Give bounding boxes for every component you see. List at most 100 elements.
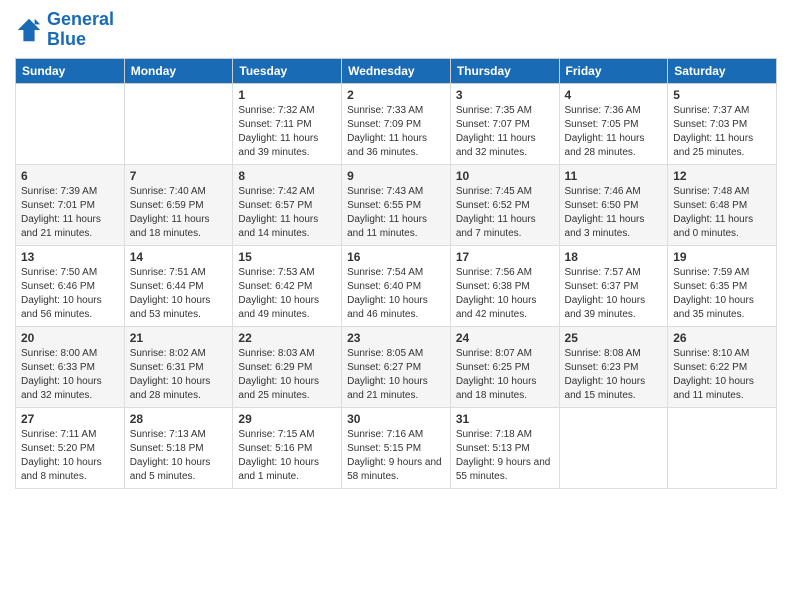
sunrise-text: Sunrise: 7:36 AM <box>565 105 641 116</box>
sunset-text: Sunset: 6:25 PM <box>456 362 530 373</box>
sunrise-text: Sunrise: 7:32 AM <box>238 105 314 116</box>
sunset-text: Sunset: 6:27 PM <box>347 362 421 373</box>
day-number: 1 <box>238 88 336 102</box>
day-header: Wednesday <box>342 58 451 83</box>
sunset-text: Sunset: 7:03 PM <box>673 119 747 130</box>
day-number: 3 <box>456 88 554 102</box>
sunrise-text: Sunrise: 8:03 AM <box>238 348 314 359</box>
day-info: Sunrise: 8:10 AMSunset: 6:22 PMDaylight:… <box>673 347 771 403</box>
calendar-cell: 13Sunrise: 7:50 AMSunset: 6:46 PMDayligh… <box>16 245 125 326</box>
sunset-text: Sunset: 6:29 PM <box>238 362 312 373</box>
logo: General Blue <box>15 10 114 50</box>
sunrise-text: Sunrise: 7:43 AM <box>347 186 423 197</box>
sunrise-text: Sunrise: 7:13 AM <box>130 429 206 440</box>
daylight-text: Daylight: 10 hours and 15 minutes. <box>565 376 646 401</box>
sunrise-text: Sunrise: 8:07 AM <box>456 348 532 359</box>
sunrise-text: Sunrise: 7:48 AM <box>673 186 749 197</box>
calendar-cell: 5Sunrise: 7:37 AMSunset: 7:03 PMDaylight… <box>668 83 777 164</box>
calendar-cell: 20Sunrise: 8:00 AMSunset: 6:33 PMDayligh… <box>16 326 125 407</box>
sunset-text: Sunset: 6:22 PM <box>673 362 747 373</box>
day-number: 20 <box>21 331 119 345</box>
day-number: 31 <box>456 412 554 426</box>
sunrise-text: Sunrise: 7:39 AM <box>21 186 97 197</box>
day-number: 12 <box>673 169 771 183</box>
day-info: Sunrise: 7:45 AM Sunset: 6:52 PM Daylight:… <box>456 185 554 241</box>
calendar-cell: 10Sunrise: 7:45 AMSunset: 6:52 PMDayligh… <box>450 164 559 245</box>
day-header: Sunday <box>16 58 125 83</box>
calendar-week-row: 13Sunrise: 7:50 AMSunset: 6:46 PMDayligh… <box>16 245 777 326</box>
daylight-text: Daylight: 11 hours and 18 minutes. <box>130 214 210 239</box>
day-number: 17 <box>456 250 554 264</box>
daylight-text: Daylight: 11 hours and 28 minutes. <box>565 133 645 158</box>
day-info: Sunrise: 8:08 AMSunset: 6:23 PMDaylight:… <box>565 347 663 403</box>
sunset-text: Sunset: 5:13 PM <box>456 443 530 454</box>
daylight-text: Daylight: 9 hours and 58 minutes. <box>347 457 442 482</box>
day-number: 23 <box>347 331 445 345</box>
day-number: 9 <box>347 169 445 183</box>
sunset-text: Sunset: 7:11 PM <box>238 119 311 130</box>
calendar-header-row: SundayMondayTuesdayWednesdayThursdayFrid… <box>16 58 777 83</box>
daylight-text: Daylight: 11 hours and 7 minutes. <box>456 214 536 239</box>
daylight-text: Daylight: 11 hours and 0 minutes. <box>673 214 753 239</box>
sunset-text: Sunset: 6:55 PM <box>347 200 421 211</box>
sunset-text: Sunset: 7:09 PM <box>347 119 421 130</box>
calendar-cell: 27Sunrise: 7:11 AMSunset: 5:20 PMDayligh… <box>16 407 125 488</box>
day-number: 14 <box>130 250 228 264</box>
calendar-cell: 16Sunrise: 7:54 AMSunset: 6:40 PMDayligh… <box>342 245 451 326</box>
day-info: Sunrise: 7:18 AMSunset: 5:13 PMDaylight:… <box>456 428 554 484</box>
sunrise-text: Sunrise: 7:37 AM <box>673 105 749 116</box>
sunrise-text: Sunrise: 7:16 AM <box>347 429 423 440</box>
day-info: Sunrise: 7:54 AMSunset: 6:40 PMDaylight:… <box>347 266 445 322</box>
sunrise-text: Sunrise: 7:33 AM <box>347 105 423 116</box>
sunset-text: Sunset: 5:20 PM <box>21 443 95 454</box>
calendar-cell: 2Sunrise: 7:33 AMSunset: 7:09 PMDaylight… <box>342 83 451 164</box>
sunset-text: Sunset: 5:16 PM <box>238 443 312 454</box>
sunset-text: Sunset: 5:18 PM <box>130 443 204 454</box>
day-header: Thursday <box>450 58 559 83</box>
day-info: Sunrise: 7:56 AMSunset: 6:38 PMDaylight:… <box>456 266 554 322</box>
calendar-cell: 17 Sunrise: 7:56 AMSunset: 6:38 PMDayligh… <box>450 245 559 326</box>
daylight-text: Daylight: 11 hours and 21 minutes. <box>21 214 101 239</box>
calendar-cell: 24Sunrise: 8:07 AMSunset: 6:25 PMDayligh… <box>450 326 559 407</box>
calendar-cell: 1Sunrise: 7:32 AMSunset: 7:11 PMDaylight… <box>233 83 342 164</box>
sunset-text: Sunset: 6:37 PM <box>565 281 639 292</box>
calendar-cell: 28Sunrise: 7:13 AMSunset: 5:18 PMDayligh… <box>124 407 233 488</box>
day-info: Sunrise: 7:42 AMSunset: 6:57 PMDaylight:… <box>238 185 336 241</box>
sunset-text: Sunset: 7:07 PM <box>456 119 530 130</box>
day-number: 5 <box>673 88 771 102</box>
daylight-text: Daylight: 10 hours and 28 minutes. <box>130 376 211 401</box>
sunrise-text: Sunrise: 7:57 AM <box>565 267 641 278</box>
calendar-cell: 31 Sunrise: 7:18 AMSunset: 5:13 PMDayligh… <box>450 407 559 488</box>
day-number: 21 <box>130 331 228 345</box>
daylight-text: Daylight: 10 hours and 49 minutes. <box>238 295 319 320</box>
calendar-cell: 15Sunrise: 7:53 AMSunset: 6:42 PMDayligh… <box>233 245 342 326</box>
calendar-cell: 23 Sunrise: 8:05 AMSunset: 6:27 PMDayligh… <box>342 326 451 407</box>
calendar-cell: 9Sunrise: 7:43 AMSunset: 6:55 PMDaylight… <box>342 164 451 245</box>
calendar-cell: 30Sunrise: 7:16 AMSunset: 5:15 PMDayligh… <box>342 407 451 488</box>
day-header: Saturday <box>668 58 777 83</box>
day-info: Sunrise: 7:48 AMSunset: 6:48 PMDaylight:… <box>673 185 771 241</box>
daylight-text: Daylight: 11 hours and 14 minutes. <box>238 214 318 239</box>
sunset-text: Sunset: 6:52 PM <box>456 200 530 211</box>
calendar-cell: 3Sunrise: 7:35 AMSunset: 7:07 PMDaylight… <box>450 83 559 164</box>
daylight-text: Daylight: 10 hours and 39 minutes. <box>565 295 646 320</box>
sunrise-text: Sunrise: 7:40 AM <box>130 186 206 197</box>
calendar-cell: 18Sunrise: 7:57 AMSunset: 6:37 PMDayligh… <box>559 245 668 326</box>
sunrise-text: Sunrise: 7:11 AM <box>21 429 96 440</box>
sunset-text: Sunset: 6:46 PM <box>21 281 95 292</box>
sunrise-text: Sunrise: 7:59 AM <box>673 267 749 278</box>
daylight-text: Daylight: 11 hours and 3 minutes. <box>565 214 645 239</box>
sunrise-text: Sunrise: 7:45 AM <box>456 186 532 197</box>
day-number: 15 <box>238 250 336 264</box>
day-number: 4 <box>565 88 663 102</box>
day-info: Sunrise: 7:43 AMSunset: 6:55 PMDaylight:… <box>347 185 445 241</box>
sunrise-text: Sunrise: 7:42 AM <box>238 186 314 197</box>
sunset-text: Sunset: 6:42 PM <box>238 281 312 292</box>
sunrise-text: Sunrise: 7:15 AM <box>238 429 314 440</box>
day-number: 11 <box>565 169 663 183</box>
day-info: Sunrise: 8:05 AMSunset: 6:27 PMDaylight:… <box>347 347 445 403</box>
day-info: Sunrise: 7:13 AMSunset: 5:18 PMDaylight:… <box>130 428 228 484</box>
day-info: Sunrise: 7:33 AMSunset: 7:09 PMDaylight:… <box>347 104 445 160</box>
calendar-cell: 21Sunrise: 8:02 AMSunset: 6:31 PMDayligh… <box>124 326 233 407</box>
daylight-text: Daylight: 10 hours and 25 minutes. <box>238 376 319 401</box>
